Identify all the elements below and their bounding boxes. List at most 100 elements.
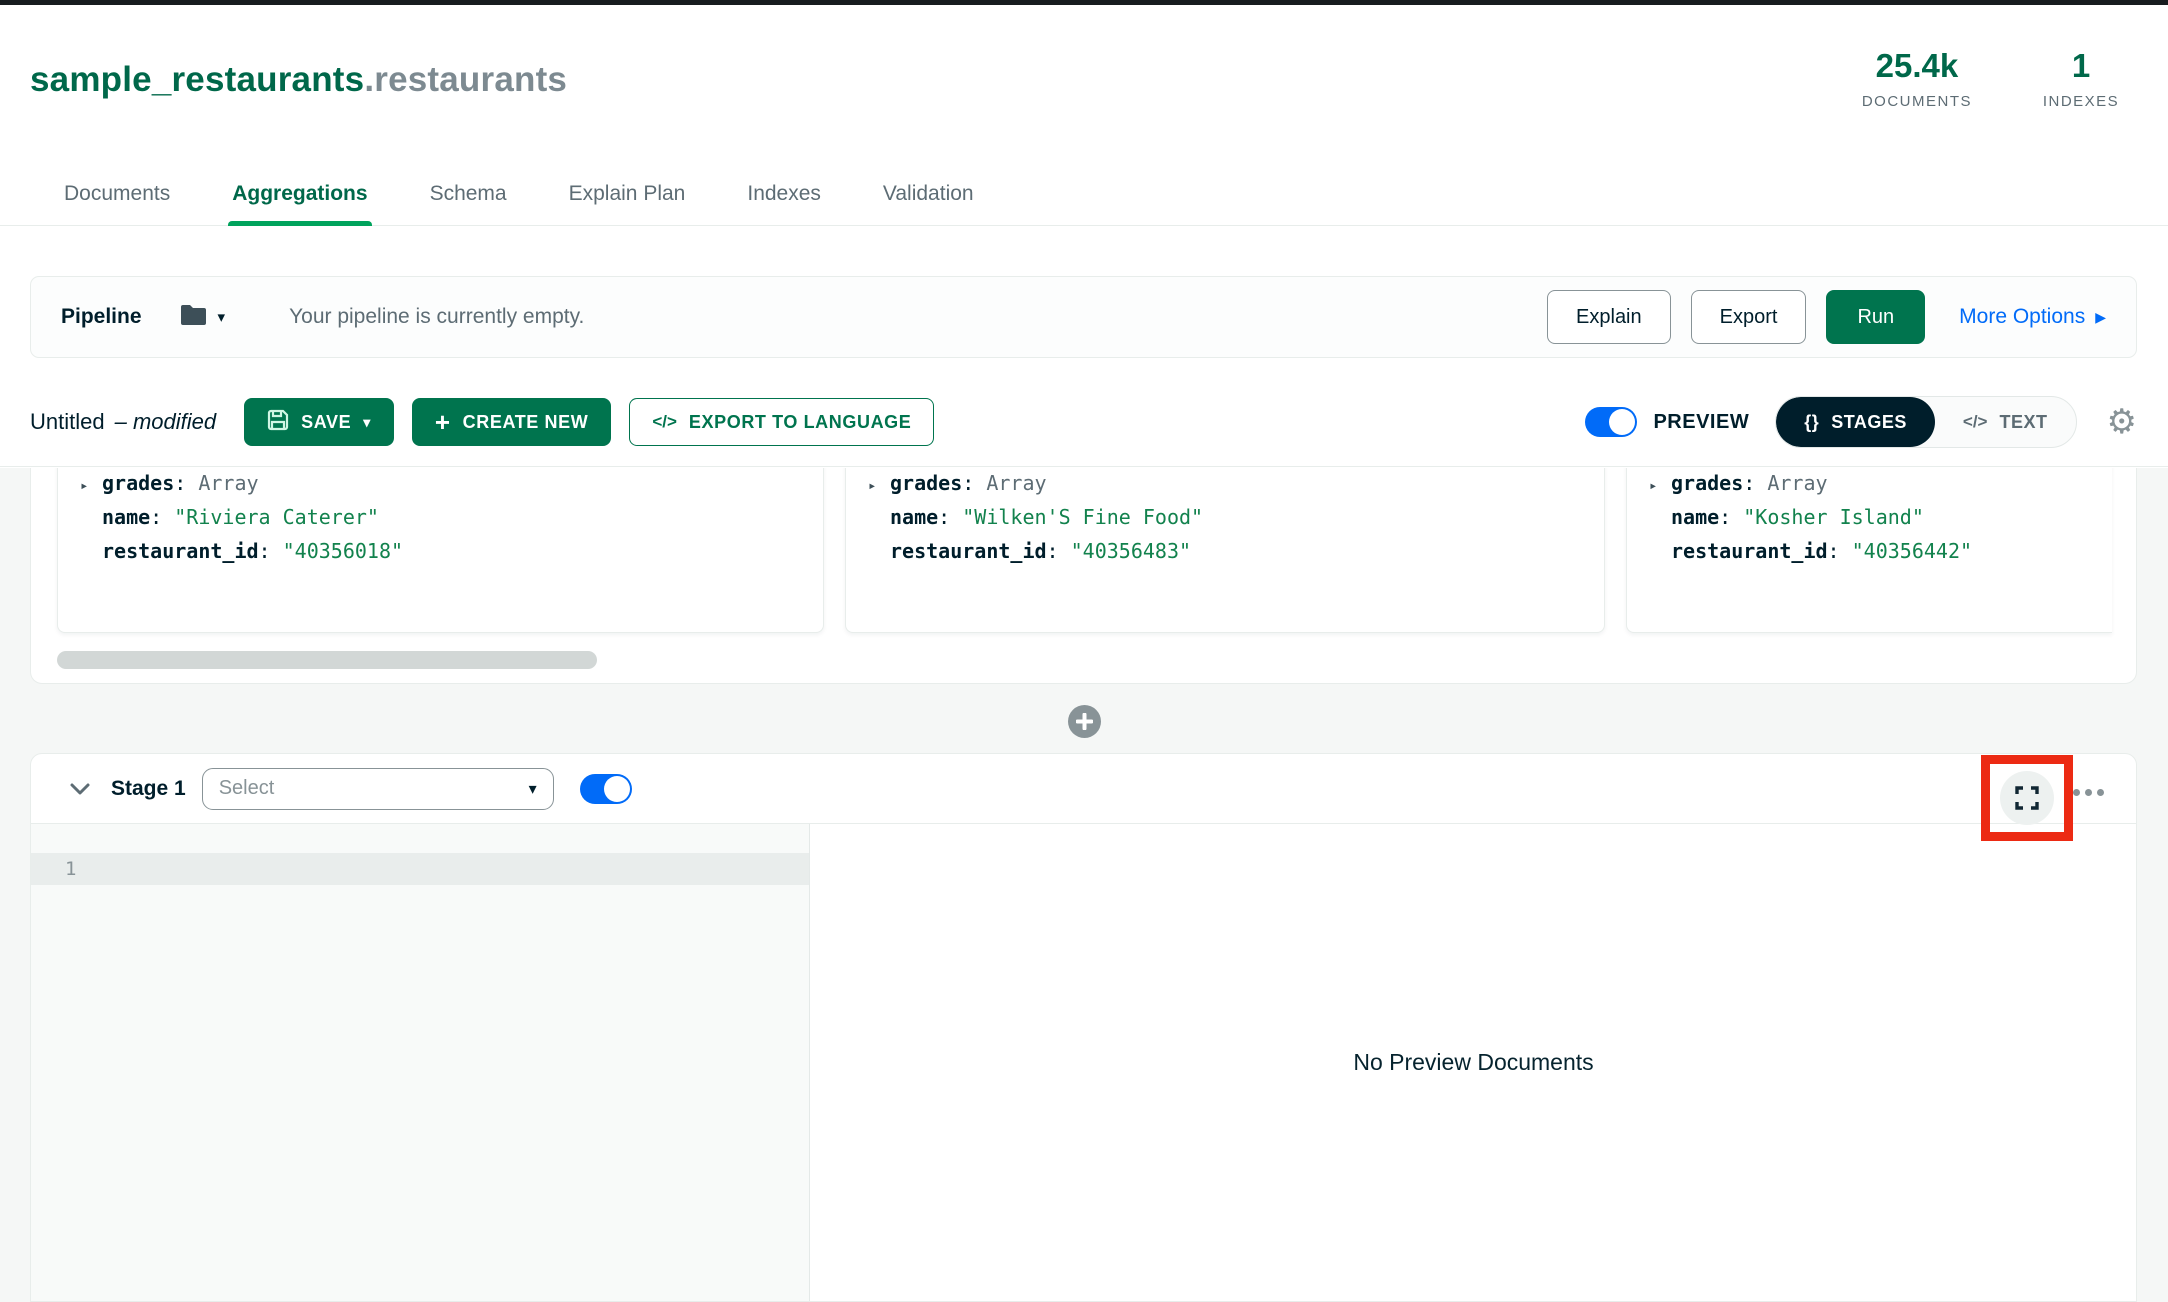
gear-icon[interactable]: ⚙ <box>2107 405 2137 439</box>
collection-header: sample_restaurants.restaurants 25.4k DOC… <box>0 5 2168 467</box>
export-to-language-button[interactable]: </> EXPORT TO LANGUAGE <box>629 398 935 446</box>
field-value: Array <box>198 471 259 495</box>
code-icon: </> <box>652 412 677 431</box>
save-button[interactable]: SAVE ▾ <box>244 398 394 446</box>
dot <box>2085 789 2092 796</box>
preview-label: PREVIEW <box>1653 410 1750 433</box>
field-value: "Kosher Island" <box>1743 505 1924 529</box>
folder-icon <box>180 303 208 332</box>
field-key: restaurant_id <box>102 539 259 563</box>
pipeline-preview-panel: ▸ grades: Array name: "Riviera Caterer" r… <box>30 468 2137 684</box>
document-field-row: restaurant_id: "40356442" <box>1649 534 2104 568</box>
expand-array-icon[interactable]: ▸ <box>1649 469 1671 503</box>
colon: : <box>174 471 187 495</box>
preview-toggle[interactable] <box>1585 407 1638 437</box>
field-value: "40356442" <box>1851 539 1973 563</box>
more-options-label: More Options <box>1959 305 2086 328</box>
colon: : <box>938 505 951 529</box>
page-title: sample_restaurants.restaurants <box>30 60 567 100</box>
colon: : <box>1719 505 1732 529</box>
colon: : <box>1827 539 1840 563</box>
indexes-stat: 1 INDEXES <box>2036 47 2126 110</box>
pipeline-toolbar: Untitled – modified SAVE ▾ + CREATE NEW … <box>30 396 2137 448</box>
export-button[interactable]: Export <box>1690 290 1807 344</box>
expand-array-icon[interactable]: ▸ <box>80 469 102 503</box>
document-field-row: ▸ grades: Array <box>1649 468 2104 500</box>
pipeline-name: Untitled <box>30 409 105 434</box>
stage-enabled-toggle[interactable] <box>579 773 632 804</box>
explain-button[interactable]: Explain <box>1547 290 1671 344</box>
create-new-label: CREATE NEW <box>462 411 589 432</box>
field-key: grades <box>102 471 175 495</box>
dot <box>2097 789 2104 796</box>
field-value: Array <box>986 471 1047 495</box>
field-value: "40356483" <box>1070 539 1192 563</box>
field-key: grades <box>890 471 963 495</box>
tab-schema[interactable]: Schema <box>430 161 507 226</box>
tab-validation[interactable]: Validation <box>883 161 974 226</box>
colon: : <box>962 471 975 495</box>
documents-label: DOCUMENTS <box>1861 93 1972 110</box>
aggregation-workspace: ▸ grades: Array name: "Riviera Caterer" r… <box>0 468 2168 1302</box>
colon: : <box>258 539 271 563</box>
modified-indicator: – modified <box>114 409 217 434</box>
stages-label: STAGES <box>1831 411 1907 432</box>
stage-preview-pane: No Preview Documents <box>811 824 2136 1301</box>
collection-name: .restaurants <box>364 60 568 99</box>
text-mode-option[interactable]: </> TEXT <box>1935 397 2076 447</box>
field-key: restaurant_id <box>1671 539 1828 563</box>
collection-stats: 25.4k DOCUMENTS 1 INDEXES <box>1862 47 2126 110</box>
stage-code-editor[interactable]: 1 <box>31 824 810 1301</box>
horizontal-scrollbar-thumb[interactable] <box>57 651 597 669</box>
more-options-link[interactable]: More Options ▶ <box>1959 305 2106 329</box>
colon: : <box>1743 471 1756 495</box>
preview-document-card: ▸ grades: Array name: "Wilken'S Fine Food… <box>845 468 1605 633</box>
field-value: "Riviera Caterer" <box>174 505 379 529</box>
document-field-row: ▸ grades: Array <box>80 468 815 500</box>
caret-down-icon: ▾ <box>528 780 537 798</box>
create-new-button[interactable]: + CREATE NEW <box>411 398 612 446</box>
fullscreen-icon <box>2015 786 2039 810</box>
stage-title: Stage 1 <box>111 776 186 800</box>
pipeline-empty-message: Your pipeline is currently empty. <box>289 305 585 328</box>
indexes-count: 1 <box>2071 47 2091 84</box>
tab-explain-plan[interactable]: Explain Plan <box>569 161 686 226</box>
stage-header: Stage 1 Select ▾ <box>31 754 2136 841</box>
caret-down-icon: ▾ <box>363 413 371 430</box>
tab-documents[interactable]: Documents <box>64 161 170 226</box>
line-number: 1 <box>65 858 77 880</box>
tab-indexes[interactable]: Indexes <box>747 161 821 226</box>
add-stage-button[interactable] <box>1068 705 1101 738</box>
stages-mode-option[interactable]: {} STAGES <box>1776 397 1935 447</box>
plus-icon: + <box>434 407 451 437</box>
run-button[interactable]: Run <box>1826 290 1926 344</box>
open-saved-pipelines-button[interactable]: ▾ <box>180 303 226 332</box>
database-name: sample_restaurants <box>30 60 365 99</box>
stage-card: Stage 1 Select ▾ 1 No Preview Documents <box>30 753 2137 1302</box>
red-highlight-annotation <box>1981 755 2073 841</box>
export-to-language-label: EXPORT TO LANGUAGE <box>688 411 912 432</box>
field-key: name <box>890 505 939 529</box>
document-field-row: restaurant_id: "40356483" <box>868 534 1596 568</box>
code-icon: </> <box>1962 412 1988 431</box>
document-field-row: ▸ grades: Array <box>868 468 1596 500</box>
expand-stage-button[interactable] <box>2000 771 2054 825</box>
expand-array-icon[interactable]: ▸ <box>868 469 890 503</box>
field-key: name <box>102 505 151 529</box>
field-value: Array <box>1767 471 1828 495</box>
no-preview-message: No Preview Documents <box>1353 1049 1594 1075</box>
pipeline-label: Pipeline <box>61 305 142 328</box>
pipeline-actions: Explain Export Run More Options ▶ <box>1547 290 2106 344</box>
stage-operator-select[interactable]: Select ▾ <box>201 767 554 810</box>
chevron-down-icon[interactable] <box>67 776 93 802</box>
stage-options-menu-button[interactable] <box>2069 785 2108 800</box>
field-value: "40356018" <box>282 539 404 563</box>
document-field-row: name: "Riviera Caterer" <box>80 500 815 534</box>
field-value: "Wilken'S Fine Food" <box>962 505 1204 529</box>
arrow-right-icon: ▶ <box>2095 308 2106 325</box>
tab-aggregations[interactable]: Aggregations <box>228 161 372 226</box>
documents-count: 25.4k <box>1875 47 1959 84</box>
document-field-row: name: "Kosher Island" <box>1649 500 2104 534</box>
caret-down-icon: ▾ <box>217 309 226 326</box>
save-icon <box>267 409 289 436</box>
